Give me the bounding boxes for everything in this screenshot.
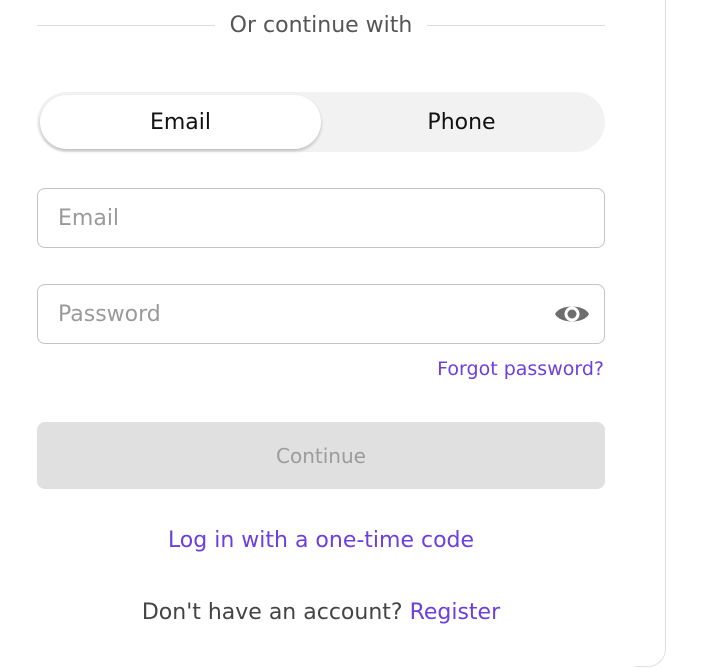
register-link[interactable]: Register [410,600,501,625]
forgot-password-link[interactable]: Forgot password? [437,358,604,380]
password-field-wrapper [37,284,605,344]
tab-phone[interactable]: Phone [321,95,602,149]
register-prompt-text: Don't have an account? [141,600,410,625]
card-border [635,0,666,667]
continue-with-divider: Or continue with [37,8,605,42]
divider-line-right [427,24,605,26]
register-prompt-row: Don't have an account? Register [37,600,605,625]
email-input[interactable] [38,189,604,247]
email-field-wrapper [37,188,605,248]
tab-email[interactable]: Email [40,95,321,149]
login-panel: Or continue with Email Phone Forgot pass… [0,0,716,668]
divider-text: Or continue with [229,12,413,38]
continue-button[interactable]: Continue [37,422,605,489]
one-time-code-link[interactable]: Log in with a one-time code [37,528,605,553]
divider-line-left [37,24,215,26]
eye-icon[interactable] [554,300,590,328]
login-method-toggle: Email Phone [37,92,605,152]
password-input[interactable] [38,285,604,343]
